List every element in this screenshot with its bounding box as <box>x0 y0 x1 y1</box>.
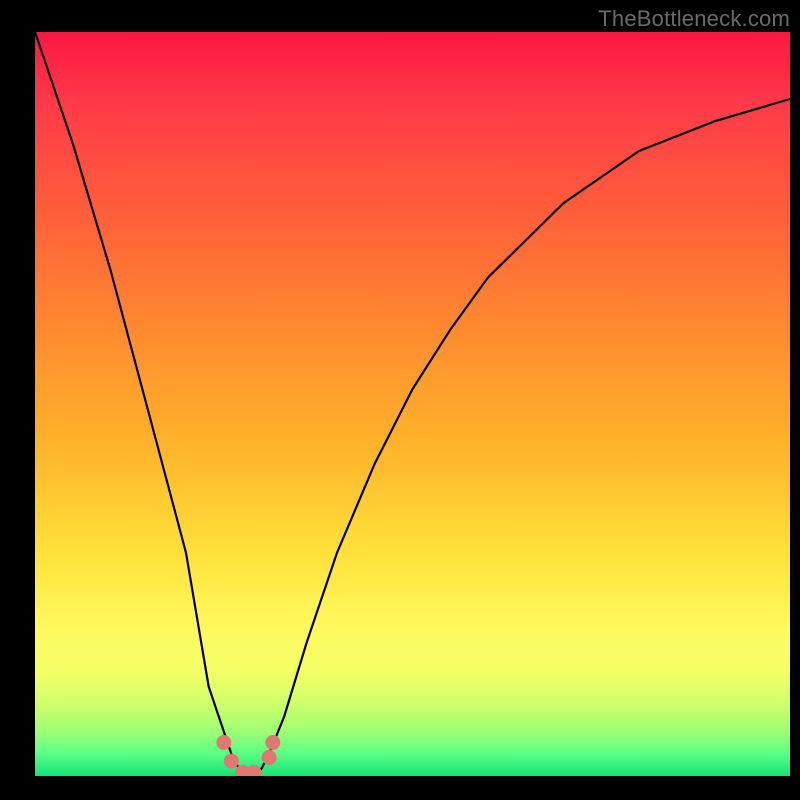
curve-marker-dot <box>266 736 280 750</box>
curve-marker-dot <box>224 754 238 768</box>
watermark-text: TheBottleneck.com <box>598 6 790 32</box>
chart-svg <box>35 32 790 776</box>
bottleneck-curve <box>35 32 790 776</box>
curve-marker-dot <box>247 765 261 776</box>
chart-frame: TheBottleneck.com <box>0 0 800 800</box>
curve-marker-dot <box>217 736 231 750</box>
curve-marker-dot <box>262 750 276 764</box>
curve-markers <box>217 736 280 777</box>
chart-plot-area <box>35 32 790 776</box>
